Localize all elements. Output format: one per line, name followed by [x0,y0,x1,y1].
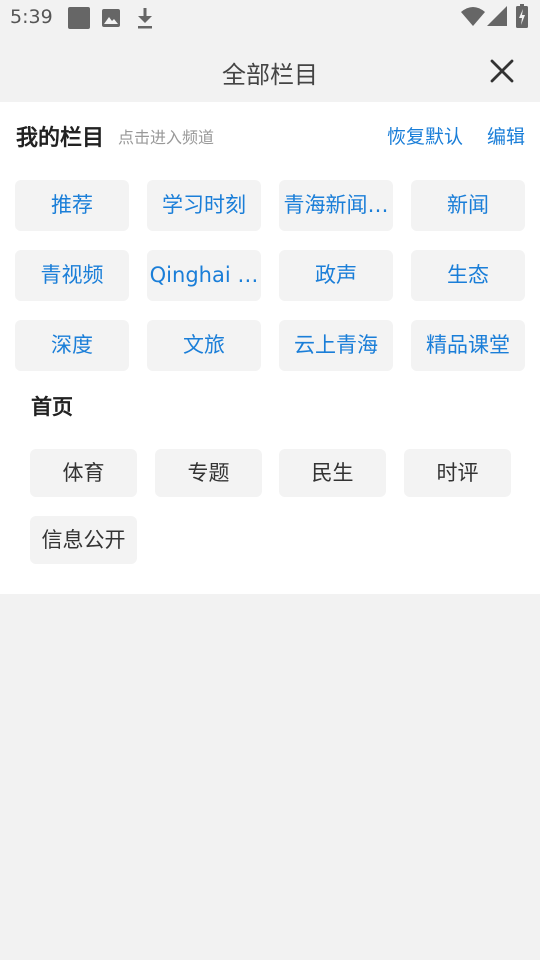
channel-chip[interactable]: 学习时刻 [147,180,261,231]
my-channels-title: 我的栏目 [16,126,105,151]
page-title: 全部栏目 [222,61,318,89]
close-button[interactable] [486,55,518,87]
status-time: 5:39 [10,6,53,28]
channel-chip[interactable]: 政声 [279,250,393,301]
channel-chip[interactable]: 推荐 [15,180,129,231]
channel-chip[interactable]: 深度 [15,320,129,371]
wifi-icon [461,6,485,30]
notification-square-icon [68,7,90,29]
battery-charging-icon [516,4,528,32]
channel-chip[interactable]: 生态 [411,250,525,301]
close-icon [490,59,514,83]
channel-panel: 我的栏目 点击进入频道 恢复默认 编辑 推荐 学习时刻 青海新闻… 新闻 青视频… [0,102,540,594]
channel-chip[interactable]: 云上青海 [279,320,393,371]
other-channel-chip[interactable]: 专题 [155,449,262,497]
channel-chip[interactable]: 精品课堂 [411,320,525,371]
image-icon [101,8,121,32]
edit-button[interactable]: 编辑 [487,122,525,149]
other-channel-chip[interactable]: 信息公开 [30,516,137,564]
signal-icon [487,6,507,30]
status-bar: 5:39 [0,0,540,36]
download-icon [135,7,155,33]
other-channel-chip[interactable]: 时评 [404,449,511,497]
section-title-home: 首页 [31,395,73,419]
other-channel-chip[interactable]: 民生 [279,449,386,497]
channel-chip[interactable]: Qinghai … [147,250,261,301]
channel-chip[interactable]: 青视频 [15,250,129,301]
other-channel-chip[interactable]: 体育 [30,449,137,497]
channel-chip[interactable]: 新闻 [411,180,525,231]
channel-chip[interactable]: 青海新闻… [279,180,393,231]
header: 全部栏目 [0,36,540,102]
channel-chip[interactable]: 文旅 [147,320,261,371]
reset-default-button[interactable]: 恢复默认 [387,122,463,149]
my-channels-hint: 点击进入频道 [118,128,215,147]
